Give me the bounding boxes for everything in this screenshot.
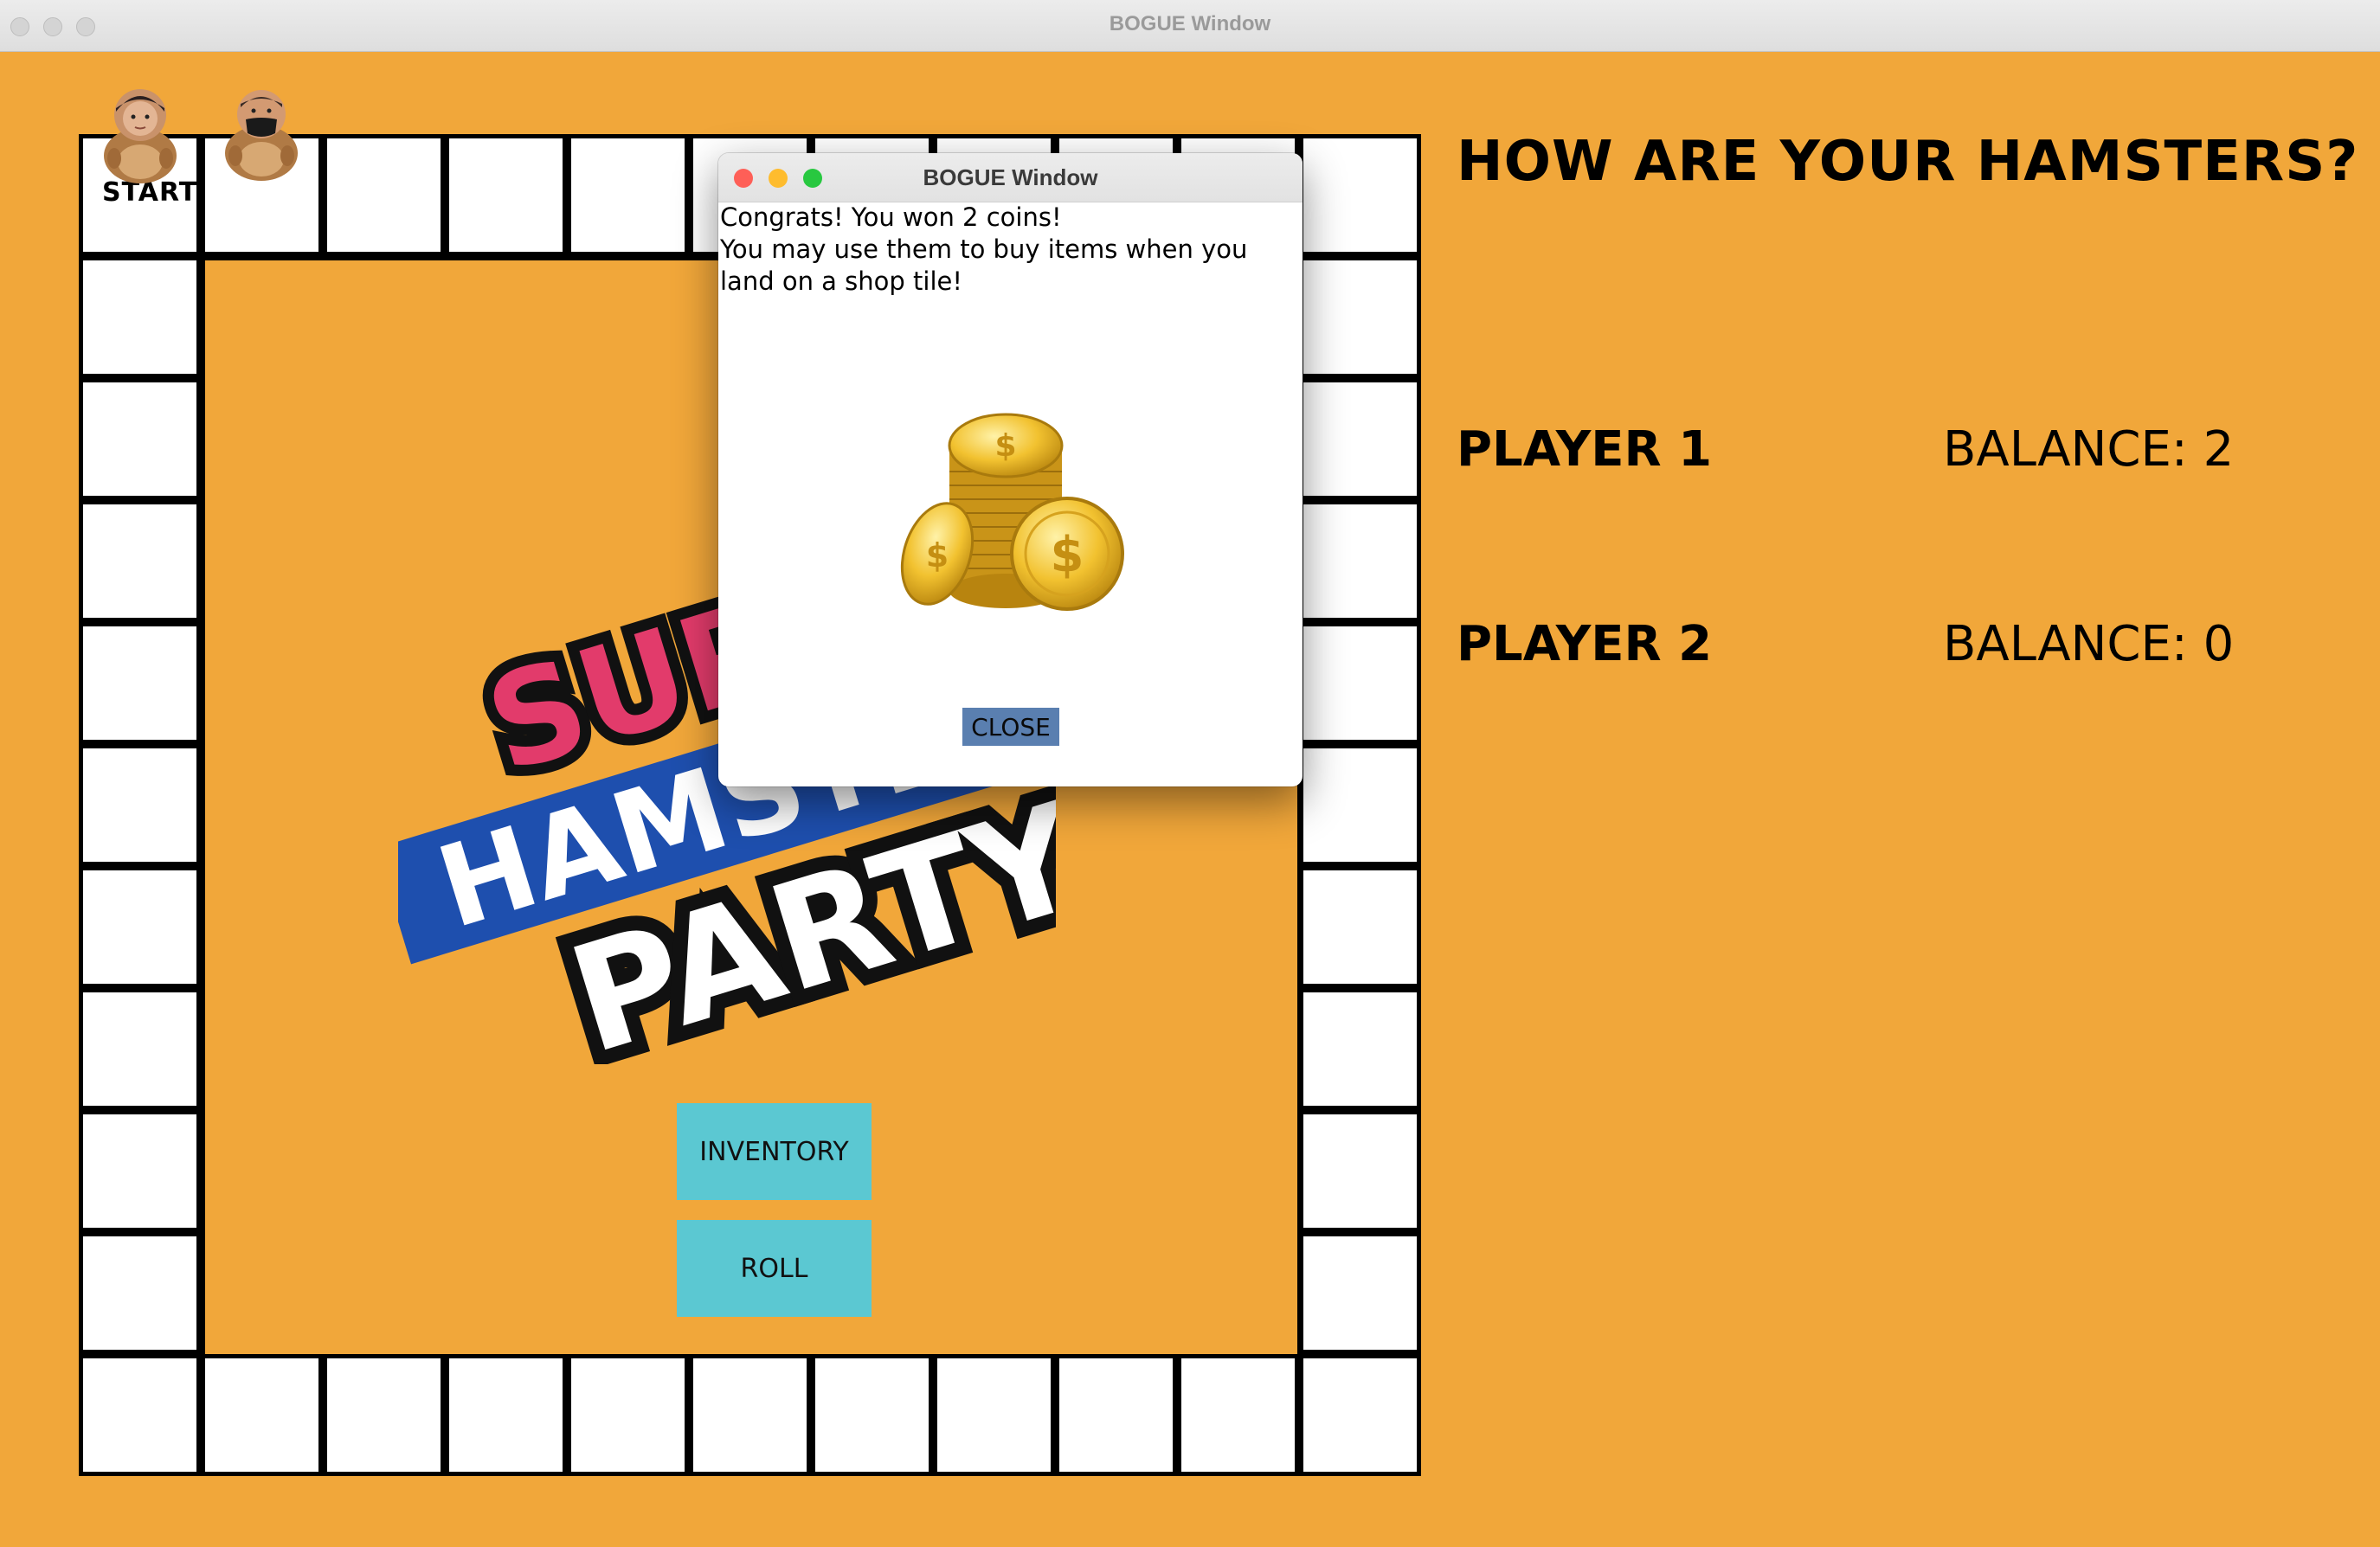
dialog-close-button[interactable]: CLOSE (962, 708, 1059, 746)
board-tile (323, 134, 445, 256)
board-tile (567, 134, 689, 256)
roll-button[interactable]: ROLL (677, 1220, 872, 1317)
player1-name: PLAYER 1 (1457, 421, 1713, 478)
board-tile (79, 1354, 201, 1476)
svg-text:$: $ (1051, 527, 1084, 583)
board-tile (1299, 500, 1421, 622)
board-tile (1299, 134, 1421, 256)
board-tile (1055, 1354, 1177, 1476)
board-tile (79, 500, 201, 622)
window-titlebar[interactable]: BOGUE Window (0, 0, 2380, 52)
player2-name: PLAYER 2 (1457, 616, 1713, 672)
board-tile (811, 1354, 933, 1476)
board-tile (445, 1354, 567, 1476)
board-tile (79, 1232, 201, 1354)
player2-balance: BALANCE: 0 (1943, 616, 2235, 672)
svg-text:$: $ (926, 536, 949, 575)
board-tile (201, 1354, 323, 1476)
board-tile (79, 378, 201, 500)
board-tile (1299, 866, 1421, 988)
board-tile (1299, 744, 1421, 866)
page-heading: HOW ARE YOUR HAMSTERS? (1457, 130, 2359, 194)
player1-balance: BALANCE: 2 (1943, 421, 2235, 478)
dialog-titlebar[interactable]: BOGUE Window (718, 153, 1303, 202)
dialog-title: BOGUE Window (923, 164, 1098, 190)
window-title: BOGUE Window (1109, 12, 1271, 35)
board-tile (567, 1354, 689, 1476)
board-tile (1299, 378, 1421, 500)
board-tile (1299, 256, 1421, 378)
board-tile (79, 988, 201, 1110)
board-tile (933, 1354, 1055, 1476)
board-tile (79, 1110, 201, 1232)
board-tile (1177, 1354, 1299, 1476)
dialog-message: Congrats! You won 2 coins! You may use t… (720, 202, 1298, 298)
svg-text:$: $ (994, 428, 1016, 464)
board-tile (79, 622, 201, 744)
board-tile (1299, 988, 1421, 1110)
coin-reward-dialog: BOGUE Window Congrats! You won 2 coins! … (718, 153, 1303, 786)
inventory-button[interactable]: INVENTORY (677, 1103, 872, 1200)
board-tile (79, 866, 201, 988)
board-tile (445, 134, 567, 256)
board-tile (1299, 1354, 1421, 1476)
player1-token-icon (104, 89, 177, 183)
board-tile (1299, 622, 1421, 744)
board-tile (79, 256, 201, 378)
player2-token-icon (225, 90, 298, 181)
board-tile (323, 1354, 445, 1476)
dialog-message-line2: You may use them to buy items when you l… (720, 234, 1248, 296)
board-tile (1299, 1110, 1421, 1232)
dialog-message-line1: Congrats! You won 2 coins! (720, 202, 1062, 232)
coin-stack-icon: $ $ $ (900, 413, 1124, 611)
board-tile (1299, 1232, 1421, 1354)
board-tile (689, 1354, 811, 1476)
board-tile (79, 744, 201, 866)
